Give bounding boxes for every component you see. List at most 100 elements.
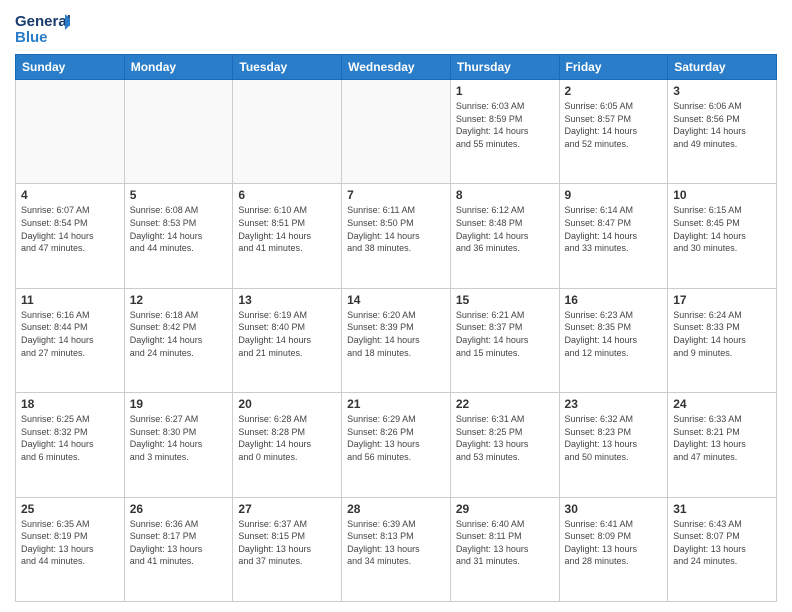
- day-number: 18: [21, 397, 119, 411]
- calendar-day-20: 20 Sunrise: 6:28 AM Sunset: 8:28 PM Dayli…: [233, 393, 342, 497]
- day-number: 13: [238, 293, 336, 307]
- calendar-day-21: 21Sunrise: 6:29 AM Sunset: 8:26 PM Dayli…: [342, 393, 451, 497]
- day-info: Sunrise: 6:43 AM Sunset: 8:07 PM Dayligh…: [673, 518, 771, 568]
- day-info: Sunrise: 6:05 AM Sunset: 8:57 PM Dayligh…: [565, 100, 663, 150]
- calendar-day-3: 3 Sunrise: 6:06 AM Sunset: 8:56 PM Daylig…: [668, 80, 777, 184]
- svg-text:Blue: Blue: [15, 29, 48, 46]
- day-header-tuesday: Tuesday: [233, 55, 342, 80]
- day-number: 14: [347, 293, 445, 307]
- calendar-day-11: 11Sunrise: 6:16 AM Sunset: 8:44 PM Dayli…: [16, 288, 125, 392]
- day-info: Sunrise: 6:16 AM Sunset: 8:44 PM Dayligh…: [21, 309, 119, 359]
- calendar-day-7: 7 Sunrise: 6:11 AM Sunset: 8:50 PM Daylig…: [342, 184, 451, 288]
- day-number: 31: [673, 502, 771, 516]
- calendar-day-18: 18 Sunrise: 6:25 AM Sunset: 8:32 PM Dayli…: [16, 393, 125, 497]
- day-info: Sunrise: 6:06 AM Sunset: 8:56 PM Dayligh…: [673, 100, 771, 150]
- day-number: 28: [347, 502, 445, 516]
- day-info: Sunrise: 6:37 AM Sunset: 8:15 PM Dayligh…: [238, 518, 336, 568]
- calendar-empty-cell: [16, 80, 125, 184]
- day-info: Sunrise: 6:31 AM Sunset: 8:25 PM Dayligh…: [456, 413, 554, 463]
- day-info: Sunrise: 6:24 AM Sunset: 8:33 PM Dayligh…: [673, 309, 771, 359]
- day-number: 27: [238, 502, 336, 516]
- day-info: Sunrise: 6:03 AM Sunset: 8:59 PM Dayligh…: [456, 100, 554, 150]
- day-number: 12: [130, 293, 228, 307]
- day-number: 1: [456, 84, 554, 98]
- day-number: 25: [21, 502, 119, 516]
- calendar-day-30: 30 Sunrise: 6:41 AM Sunset: 8:09 PM Dayli…: [559, 497, 668, 601]
- calendar-day-15: 15 Sunrise: 6:21 AM Sunset: 8:37 PM Dayli…: [450, 288, 559, 392]
- day-info: Sunrise: 6:15 AM Sunset: 8:45 PM Dayligh…: [673, 204, 771, 254]
- day-number: 4: [21, 188, 119, 202]
- calendar-day-27: 27 Sunrise: 6:37 AM Sunset: 8:15 PM Dayli…: [233, 497, 342, 601]
- header: General Blue: [15, 10, 777, 46]
- calendar-day-5: 5 Sunrise: 6:08 AM Sunset: 8:53 PM Daylig…: [124, 184, 233, 288]
- day-info: Sunrise: 6:19 AM Sunset: 8:40 PM Dayligh…: [238, 309, 336, 359]
- calendar-week-row: 1 Sunrise: 6:03 AM Sunset: 8:59 PM Daylig…: [16, 80, 777, 184]
- day-header-wednesday: Wednesday: [342, 55, 451, 80]
- calendar-day-25: 25 Sunrise: 6:35 AM Sunset: 8:19 PM Dayli…: [16, 497, 125, 601]
- day-number: 19: [130, 397, 228, 411]
- day-number: 26: [130, 502, 228, 516]
- day-info: Sunrise: 6:23 AM Sunset: 8:35 PM Dayligh…: [565, 309, 663, 359]
- calendar-day-19: 19 Sunrise: 6:27 AM Sunset: 8:30 PM Dayli…: [124, 393, 233, 497]
- day-number: 16: [565, 293, 663, 307]
- calendar-day-16: 16 Sunrise: 6:23 AM Sunset: 8:35 PM Dayli…: [559, 288, 668, 392]
- calendar-day-1: 1 Sunrise: 6:03 AM Sunset: 8:59 PM Daylig…: [450, 80, 559, 184]
- calendar-day-4: 4Sunrise: 6:07 AM Sunset: 8:54 PM Daylig…: [16, 184, 125, 288]
- day-number: 6: [238, 188, 336, 202]
- day-info: Sunrise: 6:14 AM Sunset: 8:47 PM Dayligh…: [565, 204, 663, 254]
- day-number: 22: [456, 397, 554, 411]
- day-info: Sunrise: 6:28 AM Sunset: 8:28 PM Dayligh…: [238, 413, 336, 463]
- calendar-day-12: 12 Sunrise: 6:18 AM Sunset: 8:42 PM Dayli…: [124, 288, 233, 392]
- day-info: Sunrise: 6:32 AM Sunset: 8:23 PM Dayligh…: [565, 413, 663, 463]
- calendar-day-24: 24Sunrise: 6:33 AM Sunset: 8:21 PM Dayli…: [668, 393, 777, 497]
- calendar-day-29: 29Sunrise: 6:40 AM Sunset: 8:11 PM Dayli…: [450, 497, 559, 601]
- calendar-empty-cell: [124, 80, 233, 184]
- day-number: 3: [673, 84, 771, 98]
- day-info: Sunrise: 6:12 AM Sunset: 8:48 PM Dayligh…: [456, 204, 554, 254]
- day-info: Sunrise: 6:10 AM Sunset: 8:51 PM Dayligh…: [238, 204, 336, 254]
- calendar-week-row: 25 Sunrise: 6:35 AM Sunset: 8:19 PM Dayli…: [16, 497, 777, 601]
- day-number: 7: [347, 188, 445, 202]
- day-number: 15: [456, 293, 554, 307]
- day-number: 5: [130, 188, 228, 202]
- calendar-day-13: 13 Sunrise: 6:19 AM Sunset: 8:40 PM Dayli…: [233, 288, 342, 392]
- calendar-day-2: 2 Sunrise: 6:05 AM Sunset: 8:57 PM Daylig…: [559, 80, 668, 184]
- day-info: Sunrise: 6:39 AM Sunset: 8:13 PM Dayligh…: [347, 518, 445, 568]
- logo-svg: General Blue: [15, 10, 70, 46]
- calendar-day-22: 22 Sunrise: 6:31 AM Sunset: 8:25 PM Dayli…: [450, 393, 559, 497]
- day-header-sunday: Sunday: [16, 55, 125, 80]
- calendar-empty-cell: [233, 80, 342, 184]
- calendar-day-9: 9 Sunrise: 6:14 AM Sunset: 8:47 PM Daylig…: [559, 184, 668, 288]
- day-number: 20: [238, 397, 336, 411]
- day-info: Sunrise: 6:25 AM Sunset: 8:32 PM Dayligh…: [21, 413, 119, 463]
- calendar-day-28: 28 Sunrise: 6:39 AM Sunset: 8:13 PM Dayli…: [342, 497, 451, 601]
- day-info: Sunrise: 6:27 AM Sunset: 8:30 PM Dayligh…: [130, 413, 228, 463]
- day-number: 30: [565, 502, 663, 516]
- day-info: Sunrise: 6:41 AM Sunset: 8:09 PM Dayligh…: [565, 518, 663, 568]
- logo: General Blue: [15, 10, 70, 46]
- calendar-day-17: 17Sunrise: 6:24 AM Sunset: 8:33 PM Dayli…: [668, 288, 777, 392]
- day-info: Sunrise: 6:36 AM Sunset: 8:17 PM Dayligh…: [130, 518, 228, 568]
- day-info: Sunrise: 6:18 AM Sunset: 8:42 PM Dayligh…: [130, 309, 228, 359]
- calendar-day-10: 10 Sunrise: 6:15 AM Sunset: 8:45 PM Dayli…: [668, 184, 777, 288]
- day-info: Sunrise: 6:11 AM Sunset: 8:50 PM Dayligh…: [347, 204, 445, 254]
- day-header-thursday: Thursday: [450, 55, 559, 80]
- calendar-week-row: 4Sunrise: 6:07 AM Sunset: 8:54 PM Daylig…: [16, 184, 777, 288]
- day-number: 23: [565, 397, 663, 411]
- day-info: Sunrise: 6:40 AM Sunset: 8:11 PM Dayligh…: [456, 518, 554, 568]
- day-number: 9: [565, 188, 663, 202]
- day-number: 10: [673, 188, 771, 202]
- day-info: Sunrise: 6:21 AM Sunset: 8:37 PM Dayligh…: [456, 309, 554, 359]
- day-info: Sunrise: 6:29 AM Sunset: 8:26 PM Dayligh…: [347, 413, 445, 463]
- calendar-day-14: 14Sunrise: 6:20 AM Sunset: 8:39 PM Dayli…: [342, 288, 451, 392]
- svg-text:General: General: [15, 13, 70, 30]
- day-number: 8: [456, 188, 554, 202]
- day-info: Sunrise: 6:35 AM Sunset: 8:19 PM Dayligh…: [21, 518, 119, 568]
- day-header-monday: Monday: [124, 55, 233, 80]
- calendar-table: SundayMondayTuesdayWednesdayThursdayFrid…: [15, 54, 777, 602]
- calendar-week-row: 11Sunrise: 6:16 AM Sunset: 8:44 PM Dayli…: [16, 288, 777, 392]
- day-header-friday: Friday: [559, 55, 668, 80]
- day-number: 2: [565, 84, 663, 98]
- calendar-header-row: SundayMondayTuesdayWednesdayThursdayFrid…: [16, 55, 777, 80]
- day-info: Sunrise: 6:08 AM Sunset: 8:53 PM Dayligh…: [130, 204, 228, 254]
